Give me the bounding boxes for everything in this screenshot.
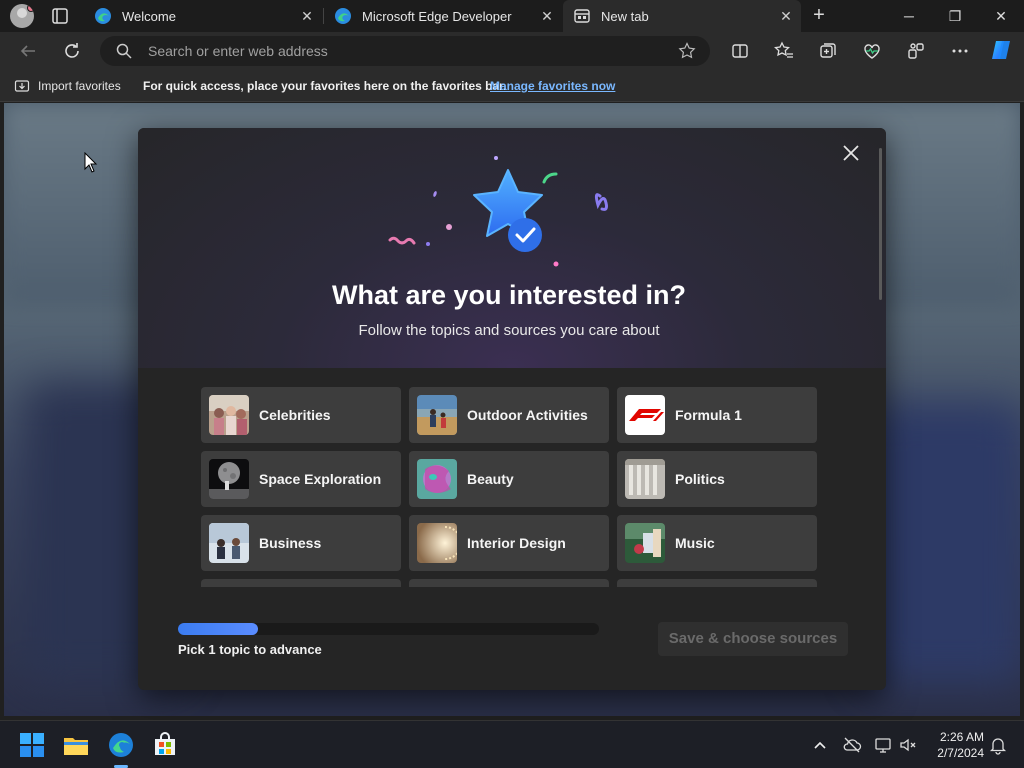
topic-space-exploration[interactable]: Space Exploration <box>201 451 401 507</box>
close-tab-icon[interactable]: ✕ <box>540 9 554 23</box>
edge-icon <box>95 8 111 24</box>
topic-business[interactable]: Business <box>201 515 401 571</box>
search-icon <box>116 43 132 59</box>
beauty-thumbnail <box>417 459 457 499</box>
close-tab-icon[interactable]: ✕ <box>300 9 314 23</box>
network-icon[interactable] <box>874 735 894 755</box>
topic-outdoor-activities[interactable]: Outdoor Activities <box>409 387 609 443</box>
save-choose-sources-button[interactable]: Save & choose sources <box>658 622 848 656</box>
outdoor-activities-thumbnail <box>417 395 457 435</box>
close-tab-icon[interactable]: ✕ <box>779 9 793 23</box>
interests-dialog: What are you interested in? Follow the t… <box>138 128 886 690</box>
show-hidden-icons-chevron-up-icon[interactable] <box>810 735 830 755</box>
topic-label: Beauty <box>467 471 514 487</box>
favorite-star-icon[interactable] <box>678 42 696 60</box>
minimize-button[interactable]: ─ <box>886 0 932 32</box>
tab-title: Welcome <box>122 8 176 24</box>
newtab-icon <box>574 9 590 23</box>
onedrive-offline-icon[interactable] <box>842 735 862 755</box>
topic-label: Business <box>259 535 322 551</box>
refresh-icon[interactable] <box>60 39 84 63</box>
tab-title: Microsoft Edge Developer <box>362 8 512 24</box>
topic-beauty[interactable]: Beauty <box>409 451 609 507</box>
system-clock[interactable]: 2:26 AM 2/7/2024 <box>926 729 984 761</box>
import-icon <box>14 80 30 92</box>
topic-hidden-row[interactable] <box>617 579 817 587</box>
copilot-icon[interactable] <box>990 38 1014 62</box>
business-thumbnail <box>209 523 249 563</box>
edge-icon[interactable] <box>107 731 135 759</box>
dialog-subtitle: Follow the topics and sources you care a… <box>358 322 660 339</box>
back-icon[interactable] <box>16 39 40 63</box>
star-check-illustration <box>388 156 608 267</box>
address-toolbar: Search or enter web address <box>0 32 1024 70</box>
topic-label: Outdoor Activities <box>467 407 588 423</box>
topic-label: Formula 1 <box>675 407 742 423</box>
topic-label: Celebrities <box>259 407 331 423</box>
space-exploration-thumbnail <box>209 459 249 499</box>
formula-1-logo-icon <box>625 395 665 435</box>
close-window-button[interactable]: ✕ <box>978 0 1024 32</box>
taskbar: 2:26 AM 2/7/2024 <box>0 720 1024 768</box>
address-bar[interactable]: Search or enter web address <box>100 36 710 66</box>
file-explorer-icon[interactable] <box>62 731 90 759</box>
interior-design-thumbnail <box>417 523 457 563</box>
topic-interior-design[interactable]: Interior Design <box>409 515 609 571</box>
favorites-bar-message: For quick access, place your favorites h… <box>143 79 507 93</box>
notifications-icon[interactable] <box>988 735 1008 755</box>
manage-favorites-link[interactable]: Manage favorites now <box>490 79 615 93</box>
split-screen-icon[interactable] <box>730 41 750 61</box>
notification-dot <box>27 4 34 12</box>
clock-time: 2:26 AM <box>939 730 984 744</box>
dialog-title: What are you interested in? <box>331 280 687 310</box>
music-thumbnail <box>625 523 665 563</box>
topic-progress-bar <box>178 623 599 635</box>
edge-icon <box>335 8 351 24</box>
topic-hidden-row[interactable] <box>201 579 401 587</box>
address-placeholder: Search or enter web address <box>148 43 328 59</box>
collections-icon[interactable] <box>818 41 838 61</box>
tab-title: New tab <box>601 8 649 24</box>
favorites-bar: Import favorites For quick access, place… <box>0 70 1024 102</box>
dialog-scrollbar[interactable] <box>879 148 882 300</box>
tab-welcome[interactable]: Welcome ✕ <box>84 0 322 32</box>
close-dialog-icon[interactable] <box>840 142 862 164</box>
politics-thumbnail <box>625 459 665 499</box>
topic-label: Space Exploration <box>259 471 382 487</box>
topic-label: Politics <box>675 471 725 487</box>
tab-actions-icon[interactable] <box>50 6 70 26</box>
celebrities-thumbnail <box>209 395 249 435</box>
restore-button[interactable]: ❐ <box>932 0 978 32</box>
clock-date: 2/7/2024 <box>937 746 984 760</box>
browser-essentials-icon[interactable] <box>862 41 882 61</box>
tab-edge-developer[interactable]: Microsoft Edge Developer ✕ <box>324 0 562 32</box>
mouse-cursor-icon <box>84 152 98 173</box>
volume-muted-icon[interactable] <box>898 735 918 755</box>
windows-start-icon[interactable] <box>18 731 46 759</box>
topic-celebrities[interactable]: Celebrities <box>201 387 401 443</box>
extensions-icon[interactable] <box>906 41 926 61</box>
progress-label: Pick 1 topic to advance <box>178 642 322 657</box>
topic-label: Interior Design <box>467 535 566 551</box>
topic-label: Music <box>675 535 715 551</box>
microsoft-store-icon[interactable] <box>151 731 179 759</box>
topic-formula-1[interactable]: Formula 1 <box>617 387 817 443</box>
favorites-icon[interactable] <box>774 41 794 61</box>
more-menu-icon[interactable] <box>950 41 970 61</box>
import-favorites-button[interactable]: Import favorites <box>38 79 121 93</box>
profile-avatar[interactable] <box>10 4 34 28</box>
new-tab-button[interactable]: + <box>809 5 829 26</box>
topic-politics[interactable]: Politics <box>617 451 817 507</box>
tab-bar: Welcome ✕ Microsoft Edge Developer ✕ New… <box>0 0 1024 32</box>
progress-fill <box>178 623 258 635</box>
topic-music[interactable]: Music <box>617 515 817 571</box>
topic-hidden-row[interactable] <box>409 579 609 587</box>
topic-grid: Celebrities Outdoor Activities Formula 1… <box>201 387 821 587</box>
tab-new-tab[interactable]: New tab ✕ <box>563 0 801 32</box>
